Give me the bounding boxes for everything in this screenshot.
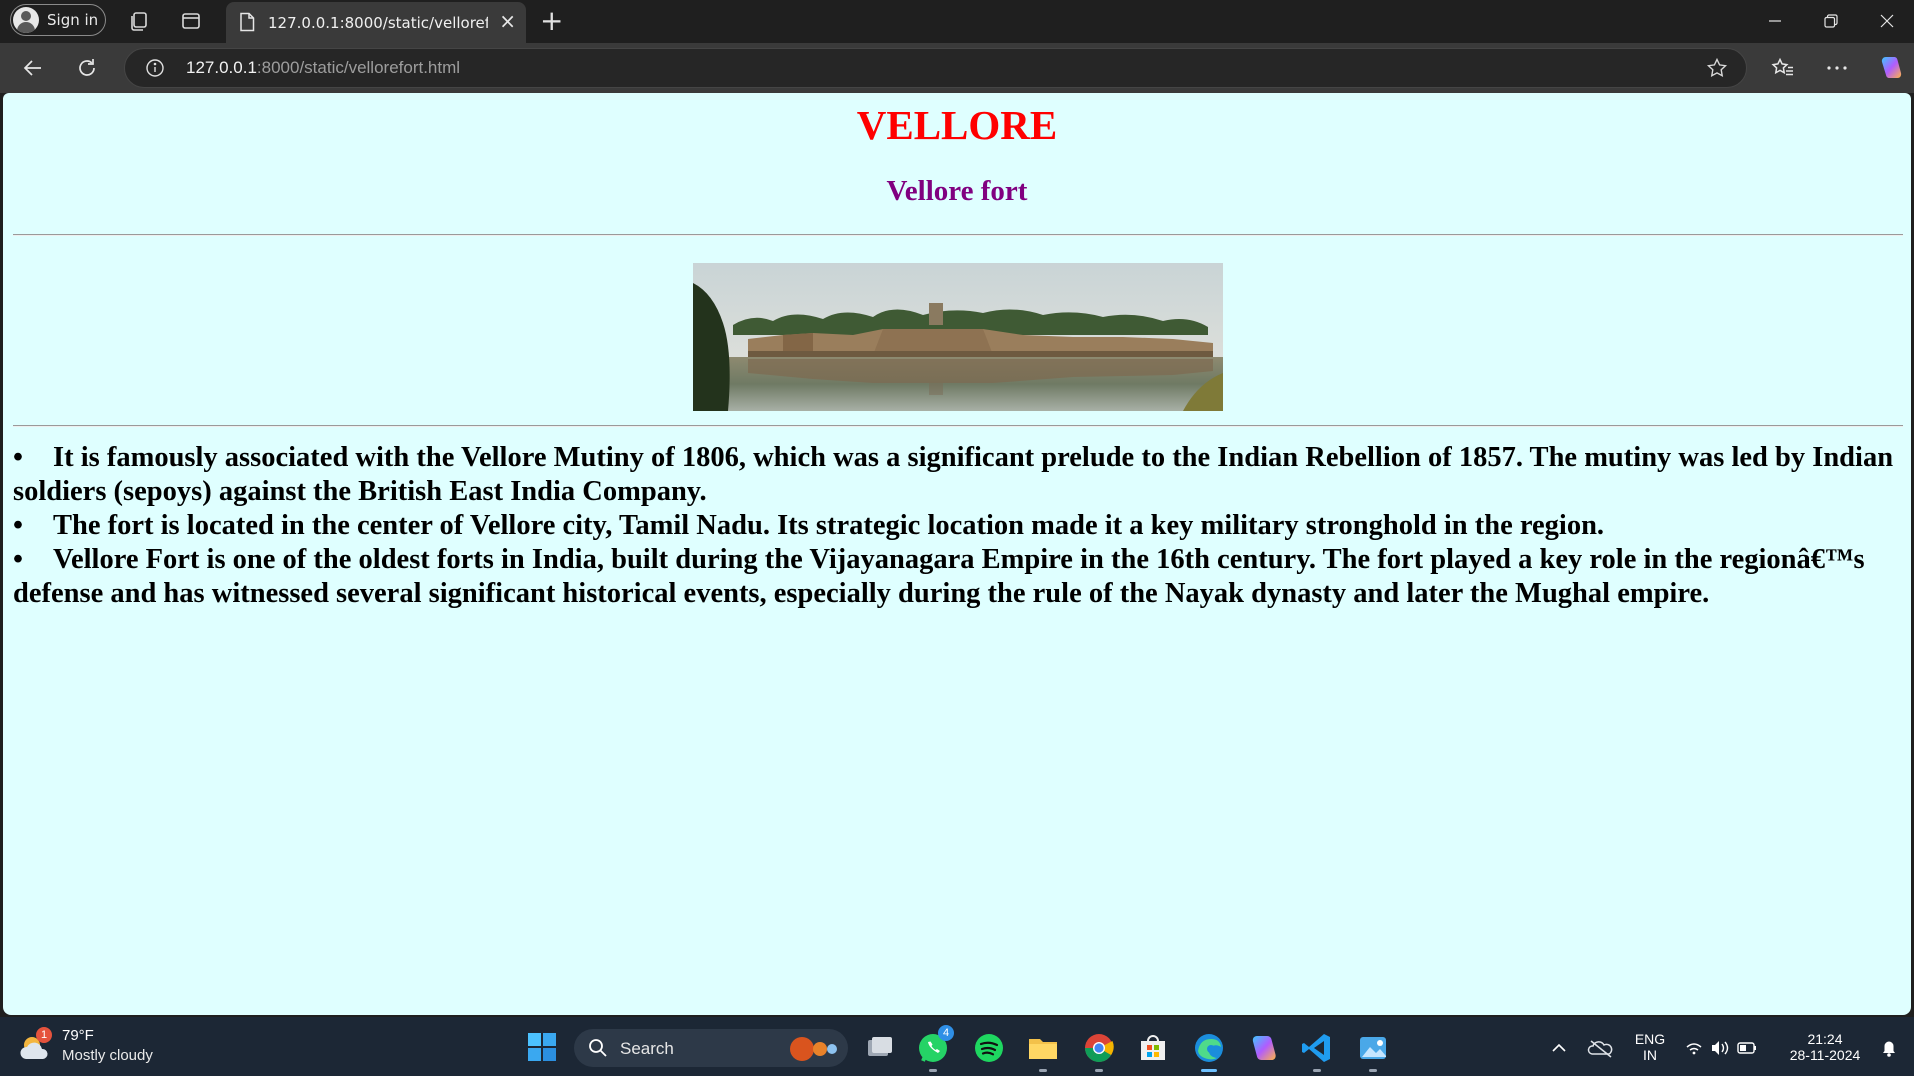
language-indicator[interactable]: ENG IN [1630, 1031, 1670, 1063]
fact-text: It is famously associated with the Vello… [13, 442, 1894, 507]
whatsapp-button[interactable]: 4 [916, 1025, 954, 1072]
search-label: Search [620, 1039, 674, 1058]
browser-tab-strip: Sign in 127.0.0.1:8000/static/vellorefor… [0, 0, 1914, 43]
show-hidden-icons-button[interactable] [1544, 1033, 1574, 1063]
task-view-icon [868, 1037, 892, 1056]
bell-icon [1883, 1041, 1895, 1057]
microsoft-store-button[interactable] [1136, 1031, 1170, 1065]
running-indicator [1039, 1069, 1047, 1072]
weather-widget[interactable]: 1 79°F Mostly cloudy [18, 1027, 178, 1071]
fact-text: Vellore Fort is one of the oldest forts … [13, 544, 1865, 609]
weather-condition: Mostly cloudy [62, 1047, 153, 1064]
restore-button[interactable] [1806, 6, 1856, 36]
running-indicator [1313, 1069, 1321, 1072]
url-path: :8000/static/vellorefort.html [256, 58, 461, 77]
fact-text: The fort is located in the center of Vel… [53, 510, 1605, 541]
photos-icon [1360, 1037, 1386, 1059]
windows-taskbar: 1 79°F Mostly cloudy Search 4 ENG IN 21:… [0, 1017, 1914, 1076]
fact-list: • It is famously associated with the Vell… [13, 441, 1903, 611]
chrome-icon [1085, 1034, 1114, 1062]
vertical-tabs-icon[interactable] [178, 8, 204, 34]
list-item: • The fort is located in the center of Ve… [13, 509, 1903, 543]
bullet-marker: • [13, 544, 23, 575]
spotify-icon [975, 1034, 1003, 1062]
spotify-button[interactable] [972, 1031, 1006, 1065]
copilot-taskbar-icon [1252, 1036, 1276, 1060]
bullet-marker: • [13, 442, 23, 473]
vellore-fort-image [693, 263, 1223, 411]
url-host: 127.0.0.1 [186, 58, 257, 77]
workspaces-icon[interactable] [126, 8, 152, 34]
start-button[interactable] [526, 1031, 560, 1065]
favorite-star-icon[interactable] [1706, 57, 1728, 83]
copilot-taskbar-button[interactable] [1246, 1031, 1280, 1065]
sign-in-button[interactable]: Sign in [10, 4, 106, 36]
network-volume-battery-icons [1686, 1041, 1756, 1055]
store-icon [1141, 1035, 1165, 1060]
onedrive-button[interactable] [1586, 1033, 1616, 1063]
profile-avatar-icon [13, 7, 39, 33]
running-indicator [1201, 1069, 1217, 1072]
page-document-icon [238, 12, 256, 36]
edge-icon [1195, 1034, 1223, 1062]
chrome-button[interactable] [1082, 1031, 1116, 1072]
favorites-icon[interactable] [1768, 53, 1798, 83]
page-viewport: VELLORE Vellore fort • It is famously as… [3, 93, 1911, 1015]
whatsapp-unread-badge: 4 [938, 1025, 954, 1041]
taskbar-search-box[interactable]: Search [574, 1029, 848, 1067]
tab-title: 127.0.0.1:8000/static/vellorefort.html [268, 13, 488, 32]
language-code: ENG [1634, 1031, 1666, 1047]
clock-date: 28-11-2024 [1789, 1047, 1861, 1063]
active-tab[interactable]: 127.0.0.1:8000/static/vellorefort.html × [226, 2, 526, 43]
photos-button[interactable] [1356, 1031, 1390, 1072]
copilot-icon[interactable] [1876, 53, 1906, 83]
browser-toolbar: 127.0.0.1:8000/static/vellorefort.html [0, 43, 1914, 93]
vscode-button[interactable] [1300, 1031, 1334, 1072]
url-text[interactable]: 127.0.0.1:8000/static/vellorefort.html [186, 58, 460, 78]
page-title: VELLORE [856, 102, 1058, 148]
more-options-icon[interactable] [1822, 53, 1852, 83]
reload-button[interactable] [72, 53, 102, 83]
notifications-button[interactable] [1874, 1033, 1904, 1063]
address-bar[interactable]: 127.0.0.1:8000/static/vellorefort.html [124, 48, 1747, 88]
horizontal-rule-top [13, 234, 1903, 236]
clock[interactable]: 21:24 28-11-2024 [1782, 1031, 1868, 1063]
task-view-button[interactable] [862, 1031, 896, 1065]
chevron-up-icon [1552, 1043, 1566, 1052]
list-item: • It is famously associated with the Vell… [13, 441, 1903, 509]
back-button[interactable] [18, 53, 48, 83]
running-indicator [1369, 1069, 1377, 1072]
close-tab-icon[interactable]: × [499, 11, 516, 31]
weather-temperature: 79°F [62, 1027, 94, 1044]
site-info-icon[interactable] [145, 58, 165, 82]
quick-settings-button[interactable] [1682, 1033, 1762, 1063]
folder-icon [1029, 1039, 1057, 1059]
edge-button[interactable] [1192, 1031, 1226, 1072]
onedrive-offline-icon [1587, 1040, 1613, 1058]
close-window-button[interactable] [1862, 6, 1912, 36]
running-indicator [929, 1069, 937, 1072]
page-subtitle: Vellore fort [886, 175, 1028, 207]
search-highlight-icon [790, 1037, 837, 1061]
minimize-button[interactable] [1750, 6, 1800, 36]
new-tab-button[interactable]: + [540, 5, 563, 37]
horizontal-rule-bottom [13, 425, 1903, 427]
vscode-icon [1302, 1034, 1330, 1062]
weather-alert-badge: 1 [36, 1027, 52, 1043]
language-region: IN [1643, 1047, 1657, 1063]
bullet-marker: • [13, 510, 23, 541]
windows-logo-icon [528, 1033, 556, 1061]
file-explorer-button[interactable] [1026, 1031, 1060, 1072]
running-indicator [1095, 1069, 1103, 1072]
sign-in-label: Sign in [47, 11, 99, 29]
list-item: • Vellore Fort is one of the oldest forts… [13, 543, 1903, 611]
clock-time: 21:24 [1807, 1031, 1843, 1047]
search-icon [588, 1038, 608, 1063]
